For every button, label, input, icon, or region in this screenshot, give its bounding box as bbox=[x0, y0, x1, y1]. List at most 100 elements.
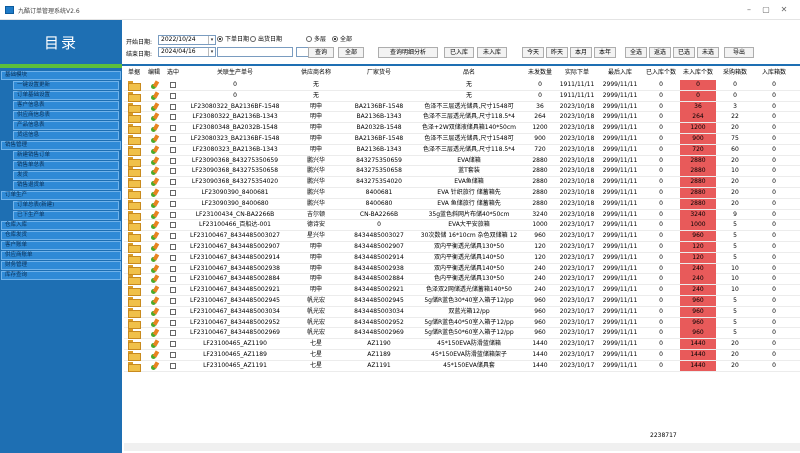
radio-multi[interactable]: 多层 bbox=[306, 35, 326, 45]
folder-icon[interactable] bbox=[128, 156, 141, 167]
sidebar-item[interactable]: 产品信息表 bbox=[13, 121, 119, 130]
edit-icon[interactable] bbox=[151, 340, 159, 349]
row-checkbox[interactable] bbox=[170, 146, 176, 153]
sidebar-item[interactable]: 发货 bbox=[13, 171, 119, 180]
row-checkbox[interactable] bbox=[170, 136, 176, 142]
folder-icon[interactable] bbox=[128, 275, 141, 286]
edit-icon[interactable] bbox=[151, 92, 159, 100]
sidebar-group[interactable]: 财务管理 bbox=[1, 261, 121, 270]
folder-icon[interactable] bbox=[128, 210, 141, 221]
export-button[interactable]: 导出 bbox=[724, 47, 754, 58]
row-checkbox[interactable] bbox=[170, 233, 176, 240]
row-checkbox[interactable] bbox=[170, 179, 176, 186]
column-header[interactable]: 厂家货号 bbox=[344, 68, 414, 78]
sidebar-item[interactable]: 供应商信息表 bbox=[13, 111, 119, 120]
sidebar-group[interactable]: 供应商账单 bbox=[1, 251, 121, 260]
this-month-button[interactable]: 本月 bbox=[570, 47, 592, 58]
edit-icon[interactable] bbox=[151, 265, 159, 273]
column-header[interactable]: 最后入库 bbox=[598, 68, 642, 78]
table-row[interactable]: LF23100467_8434485002884 明申 8434485002884 色… bbox=[124, 274, 800, 286]
edit-icon[interactable] bbox=[151, 189, 159, 197]
edit-icon[interactable] bbox=[151, 81, 159, 89]
table-row[interactable]: LF23100465_AZ1191 七星 AZ1191 45*150EVA储具套 144… bbox=[124, 360, 800, 372]
minimize-button[interactable]: – bbox=[742, 4, 756, 16]
sidebar-item[interactable]: 订单总表(新建) bbox=[13, 201, 119, 210]
edit-icon[interactable] bbox=[151, 200, 159, 208]
today-button[interactable]: 今天 bbox=[522, 47, 544, 58]
sidebar-item[interactable]: 订单基础设置 bbox=[13, 91, 119, 100]
search-input[interactable] bbox=[217, 47, 293, 57]
horizontal-scrollbar[interactable] bbox=[124, 443, 800, 451]
edit-icon[interactable] bbox=[151, 243, 159, 251]
table-row[interactable]: LF23090368_843275350659 鹏兴华 843275350659 EV… bbox=[124, 155, 800, 167]
row-checkbox[interactable] bbox=[170, 211, 176, 218]
row-checkbox[interactable] bbox=[170, 82, 176, 88]
query-button[interactable]: 查询 bbox=[308, 47, 334, 58]
column-header[interactable]: 入库箱数 bbox=[754, 68, 794, 78]
radio-all[interactable]: 全部 bbox=[332, 35, 352, 45]
edit-icon[interactable] bbox=[151, 157, 159, 165]
sidebar-group[interactable]: 仓库入库 bbox=[1, 221, 121, 230]
folder-icon[interactable] bbox=[128, 329, 141, 340]
edit-icon[interactable] bbox=[151, 146, 159, 154]
row-checkbox[interactable] bbox=[170, 287, 176, 294]
sidebar-group[interactable]: 仓库发货 bbox=[1, 231, 121, 240]
folder-icon[interactable] bbox=[128, 199, 141, 210]
table-row[interactable]: LF23080322_BA2136B-1343 明申 BA2136B-1343 色泽不… bbox=[124, 112, 800, 124]
folder-icon[interactable] bbox=[128, 91, 141, 102]
folder-icon[interactable] bbox=[128, 232, 141, 243]
edit-icon[interactable] bbox=[151, 232, 159, 241]
row-checkbox[interactable] bbox=[170, 168, 176, 175]
row-checkbox[interactable] bbox=[170, 265, 176, 272]
edit-icon[interactable] bbox=[151, 286, 159, 295]
table-row[interactable]: LF23100467_8434485002938 明申 8434485002938 双… bbox=[124, 263, 800, 275]
table-row[interactable]: LF23100467_8434485002914 明申 8434485002914 双… bbox=[124, 252, 800, 264]
edit-icon[interactable] bbox=[151, 211, 159, 219]
select-all-button[interactable]: 全选 bbox=[625, 47, 647, 58]
row-checkbox[interactable] bbox=[170, 125, 176, 132]
folder-icon[interactable] bbox=[128, 253, 141, 264]
sidebar-group[interactable]: 订单生产 bbox=[1, 191, 121, 200]
folder-icon[interactable] bbox=[128, 221, 141, 232]
sidebar-item[interactable]: 新建销售订单 bbox=[13, 151, 119, 160]
edit-icon[interactable] bbox=[151, 275, 159, 284]
table-row[interactable]: LF23090390_8400681 鹏兴华 8400681 EVA 针织旅行 储蓄箱… bbox=[124, 188, 800, 199]
folder-icon[interactable] bbox=[128, 286, 141, 297]
edit-icon[interactable] bbox=[151, 362, 159, 370]
not-in-stock-button[interactable]: 未入库 bbox=[477, 47, 507, 58]
start-date-field[interactable]: 2022/10/24 ▾ bbox=[158, 35, 216, 45]
edit-icon[interactable] bbox=[151, 254, 159, 262]
folder-icon[interactable] bbox=[128, 135, 141, 145]
row-checkbox[interactable] bbox=[170, 222, 176, 229]
folder-icon[interactable] bbox=[128, 124, 141, 135]
column-header[interactable]: 品名 bbox=[414, 68, 524, 78]
radio-all-dot[interactable] bbox=[332, 35, 338, 42]
start-date-dropdown-icon[interactable]: ▾ bbox=[208, 36, 215, 44]
table-row[interactable]: LF23100467_8434485003034 帆光宏 8434485003034… bbox=[124, 306, 800, 318]
edit-icon[interactable] bbox=[151, 221, 159, 230]
table-row[interactable]: LF23100467_8434485002907 明申 8434485002907 双… bbox=[124, 242, 800, 253]
edit-icon[interactable] bbox=[151, 329, 159, 338]
sidebar-item[interactable]: 客户信息表 bbox=[13, 101, 119, 110]
this-year-button[interactable]: 本年 bbox=[594, 47, 616, 58]
folder-icon[interactable] bbox=[128, 189, 141, 199]
folder-icon[interactable] bbox=[128, 361, 141, 372]
row-checkbox[interactable] bbox=[170, 114, 176, 121]
column-header[interactable]: 实际下单 bbox=[556, 68, 598, 78]
sidebar-group[interactable]: 销售管理 bbox=[1, 141, 121, 150]
column-header[interactable]: 未发数量 bbox=[524, 68, 556, 78]
row-checkbox[interactable] bbox=[170, 190, 176, 196]
end-date-field[interactable]: 2024/04/16 ▾ bbox=[158, 47, 216, 57]
table-row[interactable]: LF23100465_AZ1190 七星 AZ1190 45*150EVA防滑蓝储箱 1… bbox=[124, 339, 800, 351]
table-row[interactable]: LF23100467_8434485002969 帆光宏 8434485002969… bbox=[124, 328, 800, 340]
table-row[interactable]: LF23100465_AZ1189 七星 AZ1189 45*150EVA防滑蓝储箱架… bbox=[124, 350, 800, 361]
invert-selection-button[interactable]: 返选 bbox=[649, 47, 671, 58]
column-header[interactable]: 采购箱数 bbox=[716, 68, 754, 78]
sidebar-group[interactable]: 客户账单 bbox=[1, 241, 121, 250]
radio-multi-dot[interactable] bbox=[306, 35, 312, 42]
edit-icon[interactable] bbox=[151, 167, 159, 176]
row-checkbox[interactable] bbox=[170, 103, 176, 110]
column-header[interactable]: 供应商名称 bbox=[288, 68, 344, 78]
edit-icon[interactable] bbox=[151, 297, 159, 305]
table-row[interactable]: LF23100467_8434485002921 明申 8434485002921 色… bbox=[124, 285, 800, 297]
